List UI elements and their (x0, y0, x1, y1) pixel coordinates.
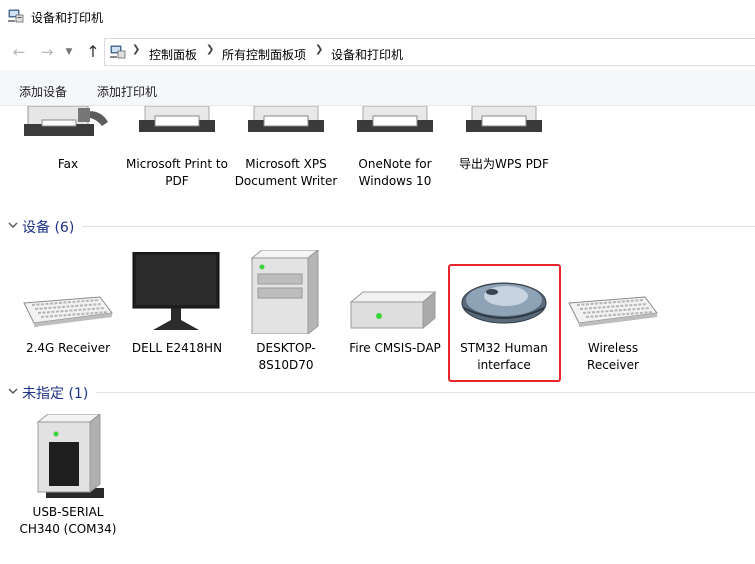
item-label: Microsoft XPS Document Writer (234, 157, 338, 188)
breadcrumb-devices-printers[interactable]: 设备和打印机 (331, 46, 403, 63)
group-divider (96, 392, 755, 393)
command-bar: 添加设备 添加打印机 (0, 70, 755, 106)
chevron-down-icon[interactable] (7, 219, 19, 231)
item-label: Microsoft Print to PDF (126, 157, 228, 188)
item-label: DELL E2418HN (131, 341, 223, 355)
add-printer-button[interactable]: 添加打印机 (97, 83, 157, 100)
up-arrow-icon[interactable]: ↑ (84, 43, 102, 61)
storage-drive-icon (349, 290, 437, 330)
computer-tower-icon (250, 250, 319, 334)
recent-locations-chevron-icon[interactable]: ▼ (63, 43, 75, 61)
item-label: 2.4G Receiver (25, 341, 111, 355)
item-label: 导出为WPS PDF (459, 157, 549, 171)
usb-device-icon (36, 414, 104, 498)
printer-icon (248, 106, 324, 132)
keyboard-icon (568, 296, 658, 327)
window-title: 设备和打印机 (31, 11, 104, 25)
devices-view: Fax Microsoft Print to PDF Microsoft XPS… (0, 106, 755, 564)
group-title: 设备 (6) (22, 220, 75, 236)
keyboard-icon (23, 296, 113, 327)
item-label: USB-SERIAL CH340 (COM34) (19, 505, 117, 536)
add-device-button[interactable]: 添加设备 (19, 83, 67, 100)
item-label: Wireless Receiver (587, 341, 639, 372)
group-title: 未指定 (1) (22, 386, 89, 402)
printer-icon (466, 106, 542, 132)
breadcrumb-all-items[interactable]: 所有控制面板项 (222, 46, 306, 63)
group-divider (82, 226, 755, 227)
breadcrumb-separator-icon[interactable]: ❯ (206, 44, 214, 55)
breadcrumb-separator-icon[interactable]: ❯ (132, 44, 140, 55)
address-row: ← → ▼ ↑ ❯ 控制面板 ❯ 所有控制面板项 ❯ 设备和打印机 (0, 34, 755, 70)
printer-icon (139, 106, 215, 132)
devices-and-printers-icon (8, 9, 24, 23)
title-bar: 设备和打印机 (0, 0, 755, 34)
address-bar[interactable]: ❯ 控制面板 ❯ 所有控制面板项 ❯ 设备和打印机 (104, 38, 755, 66)
group-header-devices[interactable]: 设备 (6) (0, 216, 755, 238)
back-arrow-icon[interactable]: ← (10, 43, 28, 61)
breadcrumb-separator-icon[interactable]: ❯ (315, 44, 323, 55)
chevron-down-icon[interactable] (7, 385, 19, 397)
item-label: OneNote for Windows 10 (358, 157, 432, 188)
forward-arrow-icon[interactable]: → (38, 43, 56, 61)
fax-icon (24, 106, 108, 136)
item-label: Fire CMSIS-DAP (349, 341, 441, 355)
highlight-box (448, 264, 561, 382)
monitor-icon (132, 252, 220, 330)
group-header-unspecified[interactable]: 未指定 (1) (0, 382, 755, 404)
item-label: DESKTOP-8S10D70 (256, 341, 316, 372)
breadcrumb-control-panel[interactable]: 控制面板 (149, 46, 197, 63)
item-label: Fax (57, 157, 79, 171)
printer-icon (357, 106, 433, 132)
devices-and-printers-icon (110, 45, 126, 59)
